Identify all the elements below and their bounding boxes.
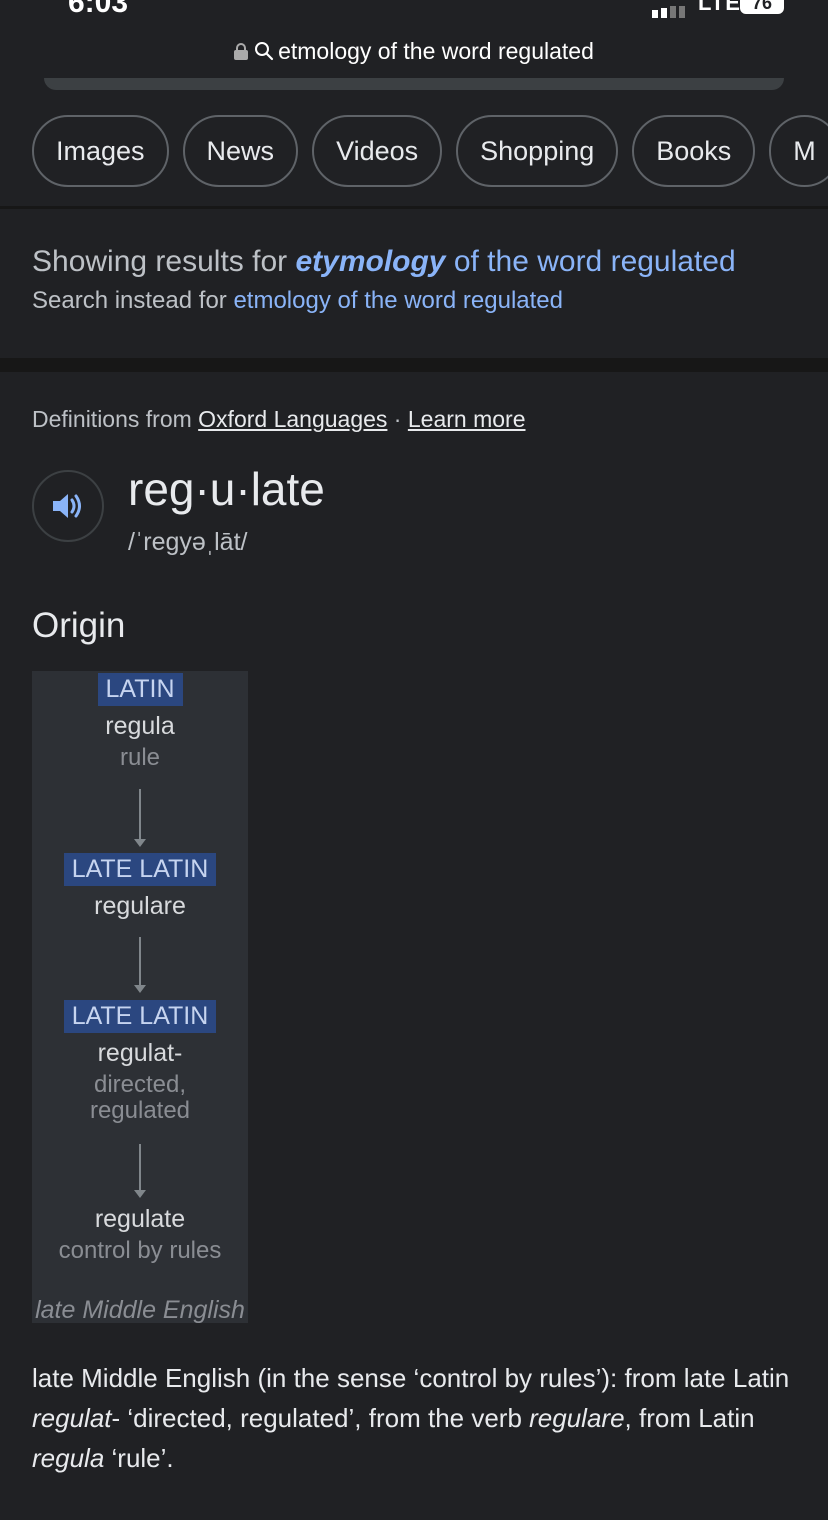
corrected-query-link[interactable]: etymology of the word regulated — [295, 245, 735, 278]
section-divider — [0, 358, 828, 372]
pronounce-button[interactable] — [32, 470, 104, 542]
battery-icon: 76 — [740, 0, 784, 14]
tab-images[interactable]: Images — [32, 115, 169, 187]
url-query: etmology of the word regulated — [278, 37, 594, 64]
origin-description: late Middle English (in the sense ‘contr… — [32, 1363, 790, 1473]
etymology-gloss: control by rules — [58, 1237, 222, 1264]
network-label: LTE — [698, 0, 741, 15]
etymology-word: regulate — [94, 1205, 186, 1233]
etymology-gloss: rule — [119, 744, 161, 771]
etymology-node: regulate control by rules — [32, 1205, 248, 1264]
language-tag: LATE LATIN — [63, 853, 217, 886]
search-icon — [255, 42, 274, 61]
pronunciation: /ˈregyəˌlāt/ — [128, 528, 248, 556]
language-tag: LATIN — [97, 673, 183, 706]
origin-heading: Origin — [32, 606, 126, 645]
tab-shopping[interactable]: Shopping — [456, 115, 619, 187]
learn-more-link[interactable]: Learn more — [408, 406, 526, 432]
url-bar[interactable]: etmology of the word regulated — [0, 28, 828, 74]
showing-results: Showing results for etymology of the wor… — [32, 245, 736, 278]
arrow-down-icon — [134, 937, 146, 993]
etymology-word: regulare — [94, 892, 186, 920]
tab-more[interactable]: M — [769, 115, 828, 187]
etymology-node: LATIN regula rule — [32, 673, 248, 771]
definition-source: Definitions from Oxford Languages · Lear… — [32, 406, 526, 432]
etymology-word: regulat- — [97, 1039, 183, 1067]
tab-news[interactable]: News — [182, 115, 299, 187]
etymology-diagram: LATIN regula rule LATE LATIN regulare LA… — [32, 671, 248, 1324]
etymology-word: regula — [105, 712, 175, 740]
divider — [0, 206, 828, 209]
search-instead: Search instead for etmology of the word … — [32, 287, 563, 314]
etymology-node: LATE LATIN regulare — [32, 853, 248, 921]
status-time: 6:03 — [68, 0, 129, 19]
status-bar: 6:03 LTE 76 — [0, 0, 828, 19]
search-tabs: Images News Videos Shopping Books M — [32, 115, 828, 187]
arrow-down-icon — [134, 1144, 146, 1198]
language-tag: LATE LATIN — [63, 1000, 217, 1033]
etymology-footer: late Middle English — [35, 1296, 245, 1324]
tab-books[interactable]: Books — [632, 115, 756, 187]
signal-icon — [652, 0, 688, 18]
etymology-node: LATE LATIN regulat- directed, regulated — [32, 1000, 248, 1124]
oxford-languages-link[interactable]: Oxford Languages — [198, 406, 387, 432]
spelling-correction: Showing results for etymology of the wor… — [32, 245, 822, 315]
tab-videos[interactable]: Videos — [312, 115, 443, 187]
etymology-gloss: directed, — [93, 1071, 187, 1098]
speaker-icon — [53, 494, 81, 518]
arrow-down-icon — [134, 789, 146, 847]
lock-icon — [234, 43, 249, 60]
search-box-edge — [44, 78, 784, 90]
etymology-gloss: regulated — [89, 1097, 191, 1124]
headword: reg·u·late — [128, 463, 325, 515]
original-query-link[interactable]: etmology of the word regulated — [233, 287, 563, 314]
